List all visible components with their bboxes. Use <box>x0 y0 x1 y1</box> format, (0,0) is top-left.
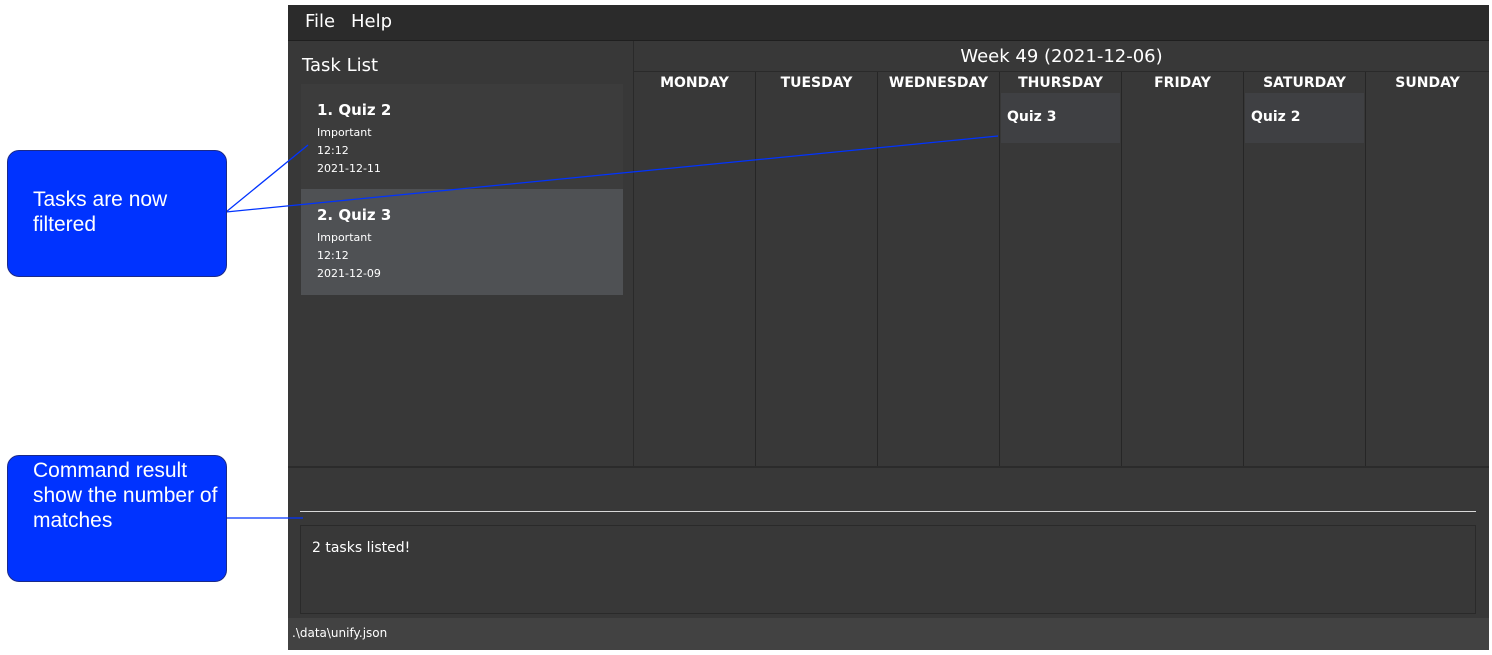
pointer-line <box>225 135 999 213</box>
callout-tasks-filtered: Tasks are now filtered <box>7 150 227 277</box>
callout-text: Tasks are now filtered <box>33 188 168 236</box>
pointer-line <box>225 144 309 213</box>
callout-text: Command result show the number of matche… <box>33 459 218 532</box>
callout-command-result: Command result show the number of matche… <box>7 455 227 582</box>
